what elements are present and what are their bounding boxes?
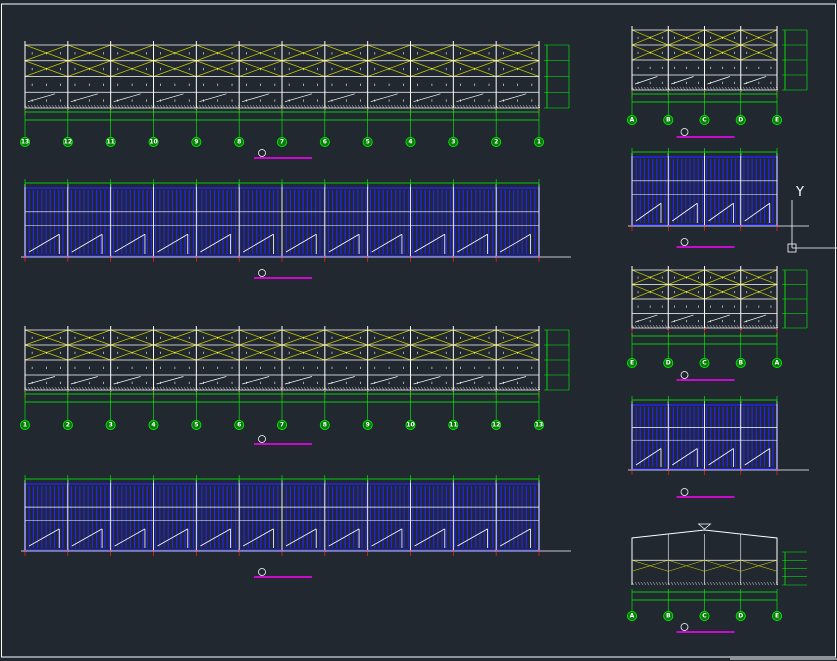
grid-bubble-label: 2 [494,139,498,146]
grid-bubble-label: 5 [194,422,198,429]
drawing-layer: 13 12 11 10 9 8 7 6 5 4 3 2 11 2 3 4 5 6 7 8 9 10 11 12 13A B C D EE… [1,3,837,660]
view-title-marker [258,269,266,277]
grid-bubble-label: D [738,117,743,124]
elevation-A-E: A B C D E [627,26,808,138]
grid-bubble-label: D [738,613,743,620]
view-title-marker [258,435,266,443]
section-A-E: A B C D E [627,523,807,633]
grid-bubble-label: 10 [406,422,414,429]
grid-bubble-label: B [666,117,671,124]
grid-bubble-label: 13 [21,139,29,146]
grid-bubble-label: E [775,613,779,620]
grid-bubble-label: 1 [23,422,27,429]
grid-bubble-label: 11 [106,139,114,146]
grid-bubble-label: 3 [451,139,455,146]
elevation-13-1: 13 12 11 10 9 8 7 6 5 4 3 2 1 [19,41,570,159]
view-title-marker [680,238,689,246]
grid-bubble-label: 1 [537,139,541,146]
elevation-back-cladding [21,475,571,578]
elevation-1-13: 1 2 3 4 5 6 7 8 9 10 11 12 13 [19,326,570,445]
grid-bubble-label: A [630,613,635,620]
grid-bubble-label: A [630,117,635,124]
grid-bubble-label: 12 [64,139,72,146]
view-title-marker [258,568,266,576]
grid-bubble-label: 6 [237,422,241,429]
grid-bubble-label: A [775,360,780,367]
grid-bubble-label: 4 [151,422,155,429]
grid-bubble-label: 7 [280,422,284,429]
ucs-y-label: Y [795,185,804,200]
grid-bubble-label: 8 [237,139,241,146]
elevation-front-cladding [21,179,571,279]
grid-bubble-label: 12 [492,422,500,429]
grid-bubble-label: C [702,360,707,367]
grid-bubble-label: 9 [366,422,370,429]
grid-bubble-label: B [738,360,743,367]
view-title-marker [258,149,266,157]
grid-bubble-label: 4 [408,139,412,146]
grid-bubble-label: 5 [366,139,370,146]
grid-bubble-label: D [666,360,671,367]
grid-bubble-label: E [775,117,779,124]
grid-bubble-label: 6 [323,139,327,146]
grid-bubble-label: 7 [280,139,284,146]
grid-bubble-label: 9 [194,139,198,146]
grid-bubble-label: C [702,613,707,620]
view-title-marker [680,371,689,379]
cad-drawing-sheet: 13 12 11 10 9 8 7 6 5 4 3 2 11 2 3 4 5 6 7 8 9 10 11 12 13A B C D EE… [1,3,837,660]
grid-bubble-label: 2 [66,422,70,429]
view-title-marker [680,128,689,136]
grid-bubble-label: 8 [323,422,327,429]
grid-bubble-label: C [702,117,707,124]
view-title-marker [680,623,689,631]
view-title-marker [680,488,689,496]
grid-bubble-label: 11 [449,422,457,429]
grid-bubble-label: 10 [149,139,157,146]
elevation-end-cladding-1 [628,148,809,248]
grid-bubble-label: 13 [535,422,543,429]
grid-bubble-label: B [666,613,671,620]
elevation-end-cladding-2 [628,396,809,498]
grid-bubble-label: E [630,360,634,367]
grid-bubble-label: 3 [109,422,113,429]
ucs-icon: Y [787,185,837,253]
elevation-E-A: EDCBA [627,266,808,381]
